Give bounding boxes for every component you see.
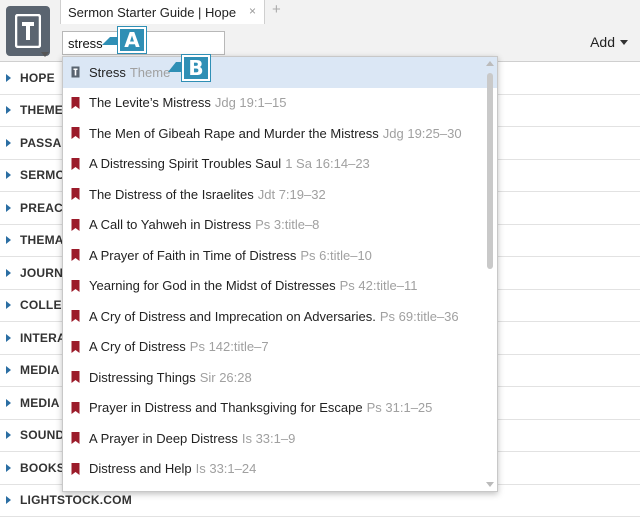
expand-triangle-icon[interactable] (6, 73, 11, 82)
new-tab-button[interactable]: + (272, 1, 281, 18)
expand-triangle-icon[interactable] (6, 431, 11, 440)
suggestion-reference: Theme (129, 64, 171, 80)
expand-triangle-icon[interactable] (6, 366, 11, 375)
callout-a-badge: A (118, 27, 146, 53)
chevron-down-icon (620, 39, 628, 45)
suggestion-reference: Jdt 7:19–32 (257, 186, 326, 202)
suggestion-item[interactable]: The Levite’s Mistress Jdg 19:1–15 (63, 88, 497, 119)
expand-triangle-icon[interactable] (6, 138, 11, 147)
bookmark-icon (71, 371, 80, 384)
suggestion-reference: Jdg 19:25–30 (382, 125, 462, 141)
search-suggestions-dropdown: Stress Theme The Levite’s Mistress Jdg 19:1… (62, 56, 498, 492)
bookmark-icon (71, 249, 80, 262)
suggestion-reference: Is 33:1–9 (241, 430, 296, 446)
bookmark-icon (71, 218, 80, 231)
suggestion-item[interactable]: Yearning for God in the Midst of Distres… (63, 271, 497, 302)
bookmark-icon (71, 127, 80, 140)
suggestion-title: Stress (89, 64, 126, 80)
suggestions-list: Stress Theme The Levite’s Mistress Jdg 19:1… (63, 57, 497, 484)
bookmark-icon (71, 279, 80, 292)
section-label: THEME (20, 103, 63, 118)
suggestion-item[interactable]: The Distress of the Israelites Jdt 7:19–3… (63, 179, 497, 210)
bookmark-icon (71, 462, 80, 475)
suggestion-item[interactable]: A Distressing Spirit Troubles Saul 1 Sa 1… (63, 149, 497, 180)
section-label: SOUND (20, 428, 65, 443)
tab-title: Sermon Starter Guide | Hope (68, 4, 237, 20)
suggestion-title: Distressing Things (89, 369, 196, 385)
bookmark-icon (71, 401, 80, 414)
bookmark-icon (71, 310, 80, 323)
suggestion-reference: Ps 142:title–7 (189, 339, 269, 355)
theme-icon (71, 66, 80, 78)
bookmark-icon (71, 432, 80, 445)
bookmark-icon (71, 340, 80, 353)
expand-triangle-icon[interactable] (6, 463, 11, 472)
expand-triangle-icon[interactable] (6, 268, 11, 277)
section-label: HOPE (20, 70, 55, 85)
suggestion-item[interactable]: A Cry of Distress and Imprecation on Adv… (63, 301, 497, 332)
scroll-down-arrow-icon[interactable] (486, 482, 494, 487)
expand-triangle-icon[interactable] (6, 236, 11, 245)
suggestion-title: A Distressing Spirit Troubles Saul (89, 156, 282, 172)
suggestion-item[interactable]: Prayer in Distress and Thanksgiving for … (63, 393, 497, 424)
suggestion-reference: Is 33:1–24 (195, 461, 257, 477)
suggestion-title: A Prayer in Deep Distress (89, 430, 238, 446)
bookmark-icon (71, 96, 80, 109)
suggestion-item[interactable]: A Cry of Distress Ps 142:title–7 (63, 332, 497, 363)
expand-triangle-icon[interactable] (6, 301, 11, 310)
suggestion-title: A Cry of Distress (89, 339, 186, 355)
top-bar: Sermon Starter Guide | Hope × + Add (0, 0, 640, 62)
suggestion-reference: Ps 69:title–36 (379, 308, 459, 324)
dropdown-scrollbar[interactable] (486, 61, 494, 487)
expand-triangle-icon[interactable] (6, 398, 11, 407)
scroll-up-arrow-icon[interactable] (486, 61, 494, 66)
suggestion-title: A Cry of Distress and Imprecation on Adv… (89, 308, 376, 324)
expand-triangle-icon[interactable] (6, 106, 11, 115)
suggestion-title: Yearning for God in the Midst of Distres… (89, 278, 336, 294)
app-logo-button[interactable] (6, 6, 50, 56)
suggestion-reference: Ps 31:1–25 (366, 400, 433, 416)
suggestion-title: A Prayer of Faith in Time of Distress (89, 247, 297, 263)
suggestion-item[interactable]: Distressing Things Sir 26:28 (63, 362, 497, 393)
suggestion-item[interactable]: A Call to Yahweh in Distress Ps 3:title–8 (63, 210, 497, 241)
suggestion-item[interactable]: Stress Theme (63, 57, 497, 88)
expand-triangle-icon[interactable] (6, 496, 11, 505)
section-label: LIGHTSTOCK.COM (20, 493, 132, 508)
suggestion-item[interactable]: Distress and Help Is 33:1–24 (63, 454, 497, 485)
suggestion-item[interactable]: A Prayer in Deep Distress Is 33:1–9 (63, 423, 497, 454)
suggestion-title: Prayer in Distress and Thanksgiving for … (89, 400, 363, 416)
suggestion-reference: Jdg 19:1–15 (214, 95, 287, 111)
expand-triangle-icon[interactable] (6, 333, 11, 342)
tab-sermon-starter-guide[interactable]: Sermon Starter Guide | Hope × (60, 0, 265, 24)
logo-menu-caret-icon[interactable] (41, 52, 49, 57)
add-button[interactable]: Add (590, 34, 628, 50)
suggestion-reference: Sir 26:28 (199, 369, 252, 385)
suggestion-reference: 1 Sa 16:14–23 (285, 156, 370, 172)
suggestion-reference: Ps 3:title–8 (255, 217, 320, 233)
callout-b-badge: B (182, 55, 210, 81)
suggestion-title: The Men of Gibeah Rape and Murder the Mi… (89, 125, 379, 141)
tab-close-icon[interactable]: × (249, 4, 256, 18)
suggestion-title: The Levite’s Mistress (89, 95, 211, 111)
suggestion-item[interactable]: The Men of Gibeah Rape and Murder the Mi… (63, 118, 497, 149)
add-button-label: Add (590, 34, 615, 50)
scrollbar-thumb[interactable] (487, 73, 493, 269)
bookmark-icon (71, 157, 80, 170)
bookmark-icon (71, 188, 80, 201)
suggestion-reference: Ps 42:title–11 (339, 278, 418, 294)
expand-triangle-icon[interactable] (6, 203, 11, 212)
expand-triangle-icon[interactable] (6, 171, 11, 180)
callout-a-pointer (102, 37, 118, 45)
suggestion-title: Distress and Help (89, 461, 192, 477)
suggestion-title: The Distress of the Israelites (89, 186, 254, 202)
suggestion-item[interactable]: A Prayer of Faith in Time of Distress Ps … (63, 240, 497, 271)
suggestion-title: A Call to Yahweh in Distress (89, 217, 252, 233)
logos-logo-icon (15, 14, 41, 48)
suggestion-reference: Ps 6:title–10 (300, 247, 372, 263)
